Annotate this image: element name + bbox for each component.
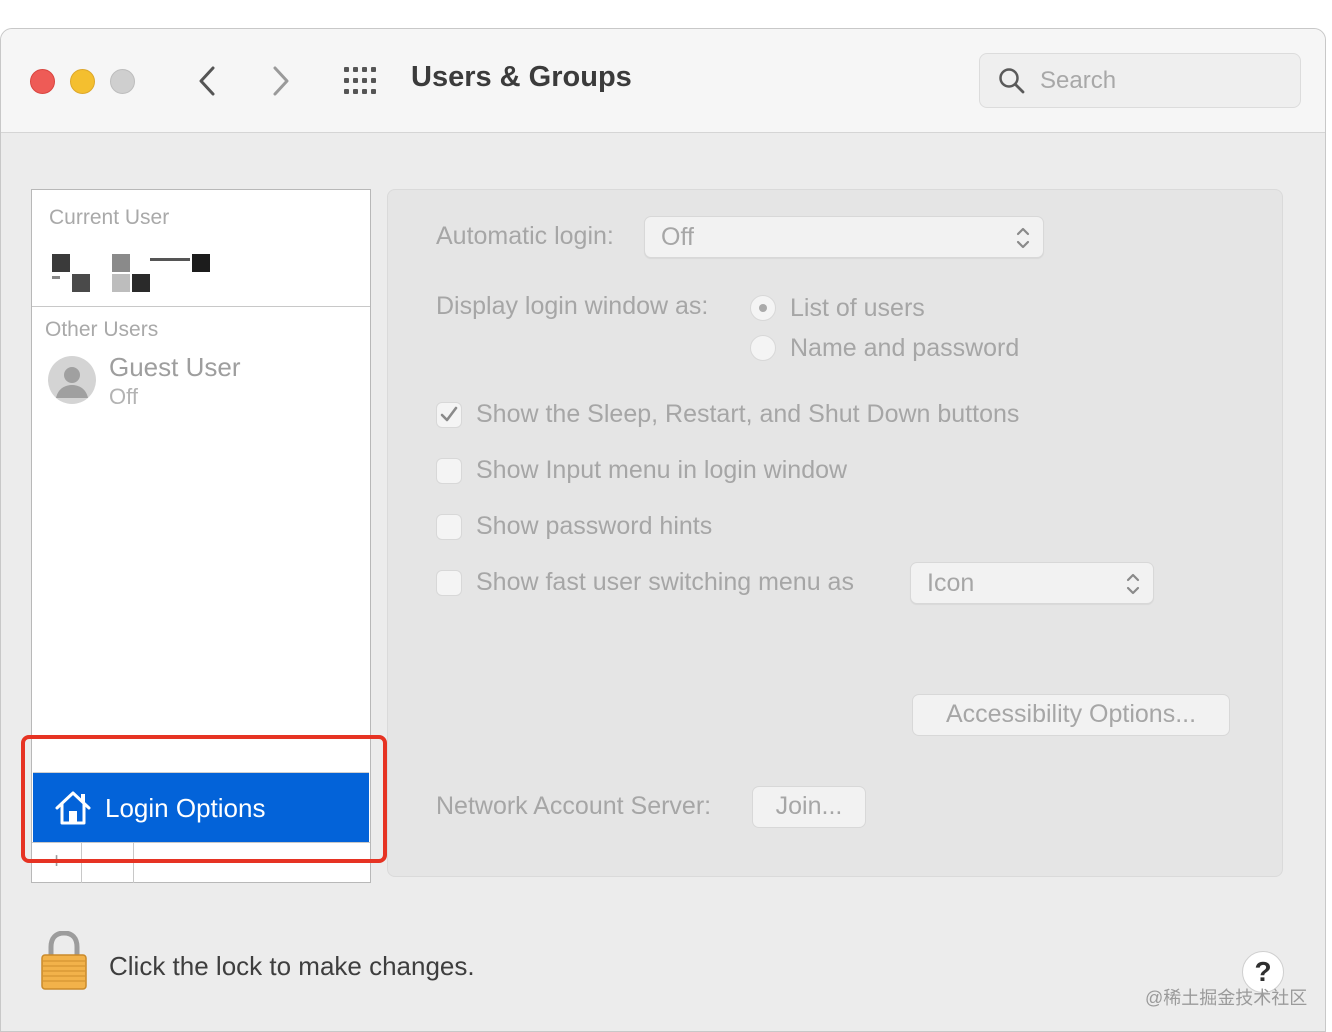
lock-button[interactable] — [39, 930, 89, 996]
login-options-item[interactable]: Login Options — [33, 772, 369, 842]
checkbox-sleep-restart-shutdown-label: Show the Sleep, Restart, and Shut Down b… — [476, 400, 1020, 428]
user-silhouette-icon — [48, 356, 96, 404]
redaction-mosaic — [52, 254, 210, 292]
checkbox-password-hints-label: Show password hints — [476, 512, 713, 540]
fast-switch-value: Icon — [927, 569, 975, 597]
current-user-label: Current User — [49, 206, 170, 229]
network-account-server-label: Network Account Server: — [436, 792, 712, 820]
add-user-button[interactable]: + — [32, 843, 82, 883]
radio-name-and-password-label: Name and password — [790, 334, 1020, 362]
join-button[interactable]: Join... — [752, 786, 866, 828]
checkbox-input-menu[interactable] — [436, 458, 462, 484]
login-options-panel: Automatic login: Off Display login windo… — [387, 189, 1283, 877]
guest-user-item[interactable]: Guest User Off — [48, 352, 348, 412]
close-button[interactable] — [30, 69, 55, 94]
grid-icon — [344, 67, 376, 94]
popup-arrows-icon — [1016, 227, 1030, 249]
checkbox-input-menu-label: Show Input menu in login window — [476, 456, 848, 484]
system-preferences-window: Users & Groups Current User Other — [0, 28, 1326, 1032]
automatic-login-popup[interactable]: Off — [644, 216, 1044, 258]
radio-selected-dot — [759, 304, 767, 312]
login-options-label: Login Options — [105, 793, 266, 823]
display-login-label: Display login window as: — [436, 292, 709, 320]
remove-user-button[interactable] — [82, 843, 134, 883]
watermark-text: @稀土掘金技术社区 — [1145, 988, 1308, 1008]
checkmark-icon — [440, 406, 458, 422]
forward-button[interactable] — [261, 59, 301, 103]
guest-user-status: Off — [109, 384, 138, 409]
other-users-label: Other Users — [45, 318, 159, 341]
radio-list-of-users-label: List of users — [790, 294, 925, 322]
accessibility-options-button[interactable]: Accessibility Options... — [912, 694, 1230, 736]
fast-switch-popup[interactable]: Icon — [910, 562, 1154, 604]
search-field[interactable] — [979, 53, 1301, 108]
zoom-button[interactable] — [110, 69, 135, 94]
guest-user-name: Guest User — [109, 352, 241, 382]
minimize-button[interactable] — [70, 69, 95, 94]
current-user-divider — [32, 306, 370, 307]
lock-status-text: Click the lock to make changes. — [109, 951, 475, 981]
window-title: Users & Groups — [411, 61, 632, 93]
automatic-login-value: Off — [661, 223, 694, 251]
radio-name-and-password[interactable] — [750, 335, 776, 361]
checkbox-fast-user-switching-label: Show fast user switching menu as — [476, 568, 854, 596]
chevron-left-icon — [199, 66, 215, 96]
house-icon — [55, 791, 91, 825]
radio-list-of-users[interactable] — [750, 295, 776, 321]
back-button[interactable] — [187, 59, 227, 103]
show-all-button[interactable] — [341, 65, 381, 97]
search-input[interactable] — [1040, 66, 1280, 96]
users-sidebar: Current User Other Users Guest User Off … — [31, 189, 371, 883]
chevron-right-icon — [273, 66, 289, 96]
popup-arrows-icon — [1126, 573, 1140, 595]
checkbox-fast-user-switching[interactable] — [436, 570, 462, 596]
automatic-login-label: Automatic login: — [436, 222, 614, 250]
sidebar-toolbar: + — [32, 842, 370, 883]
checkbox-sleep-restart-shutdown[interactable] — [436, 402, 462, 428]
search-icon — [999, 68, 1025, 94]
current-user-redacted[interactable] — [50, 250, 220, 298]
titlebar: Users & Groups — [1, 29, 1325, 133]
lock-icon — [41, 930, 87, 990]
checkbox-password-hints[interactable] — [436, 514, 462, 540]
